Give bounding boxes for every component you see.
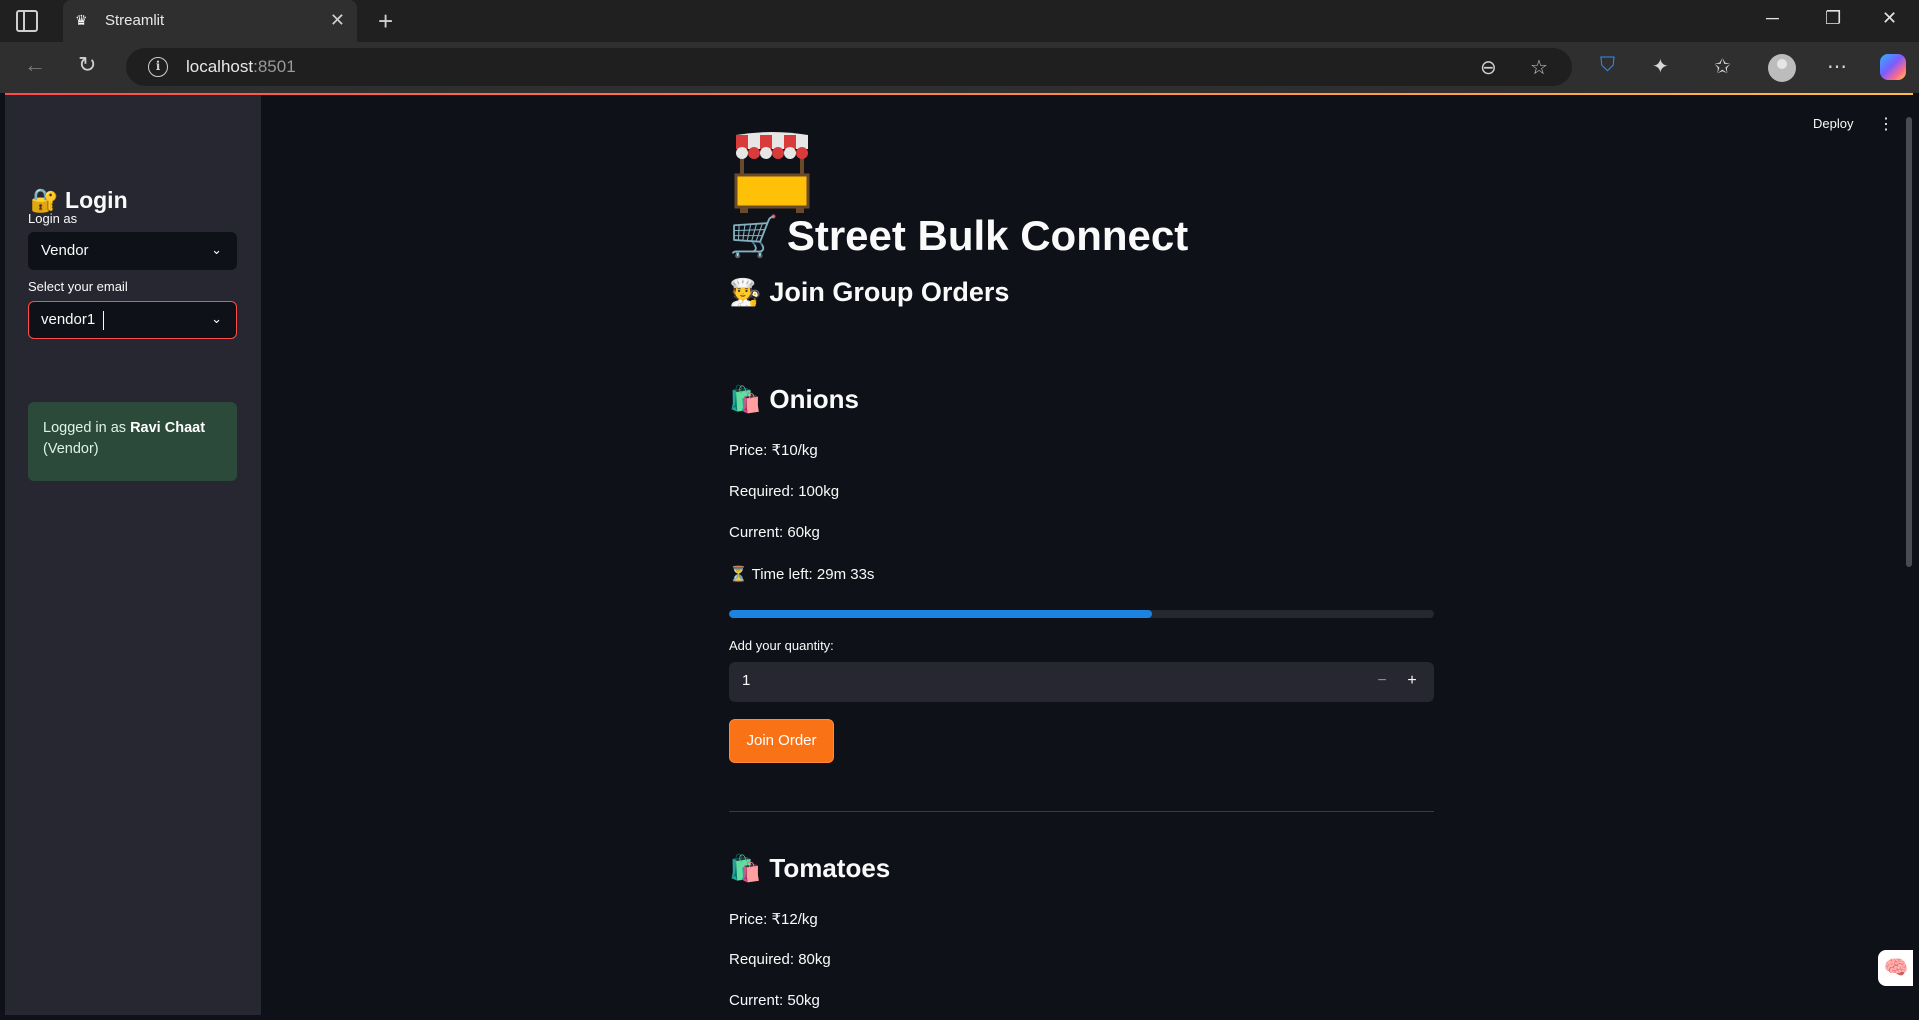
- divider: [729, 811, 1434, 812]
- site-info-icon[interactable]: i: [148, 57, 168, 77]
- minimize-icon[interactable]: ─: [1766, 8, 1779, 29]
- more-options-icon[interactable]: ⋯: [1827, 54, 1847, 79]
- login-as-value: Vendor: [41, 242, 89, 259]
- login-status-alert: Logged in as Ravi Chaat (Vendor): [28, 402, 237, 481]
- product-required: Required: 80kg: [729, 951, 831, 968]
- browser-tab[interactable]: ♛ Streamlit ✕: [63, 0, 357, 42]
- product-heading: 🛍️ Onions: [729, 384, 859, 414]
- text-caret: [103, 311, 104, 330]
- assistant-icon[interactable]: 🧠: [1878, 950, 1913, 986]
- refresh-icon[interactable]: ↻: [78, 52, 96, 78]
- street-stall-icon: [734, 132, 810, 213]
- email-label: Select your email: [28, 279, 128, 294]
- decrement-button[interactable]: −: [1367, 670, 1397, 694]
- sidebar-title: 🔐 Login: [30, 187, 128, 213]
- sidebar: 🔐 Login Login as Vendor ⌄ Select your em…: [5, 95, 261, 1015]
- email-value: vendor1: [41, 311, 96, 328]
- chevron-down-icon: ⌄: [211, 311, 222, 326]
- close-window-icon[interactable]: ✕: [1882, 8, 1897, 29]
- main-content: Deploy ⋮ 🛒 Street Bulk Connect 🧑‍🍳 Join Gr…: [261, 95, 1913, 1015]
- shield-extension-icon[interactable]: ⛉: [1600, 54, 1615, 77]
- deploy-button[interactable]: Deploy: [1813, 116, 1853, 131]
- product-current: Current: 50kg: [729, 992, 820, 1009]
- hourglass-icon: ⏳: [729, 566, 748, 583]
- quantity-value[interactable]: 1: [742, 672, 750, 689]
- extensions-icon[interactable]: ✦: [1652, 54, 1669, 79]
- crown-icon: ♛: [75, 12, 88, 28]
- shopping-bags-icon: 🛍️: [729, 384, 762, 414]
- product-heading: 🛍️ Tomatoes: [729, 853, 891, 883]
- app-menu-icon[interactable]: ⋮: [1878, 114, 1894, 134]
- restore-icon[interactable]: ❐: [1825, 8, 1841, 29]
- login-as-label: Login as: [28, 211, 78, 226]
- page-title: 🛒 Street Bulk Connect: [729, 212, 1189, 259]
- increment-button[interactable]: +: [1397, 670, 1427, 694]
- quantity-stepper[interactable]: 1 − +: [729, 662, 1434, 702]
- quantity-label: Add your quantity:: [729, 638, 834, 653]
- section-heading: 🧑‍🍳 Join Group Orders: [729, 277, 1010, 307]
- close-tab-icon[interactable]: ✕: [330, 10, 345, 31]
- new-tab-icon[interactable]: +: [378, 6, 393, 37]
- login-as-select[interactable]: Vendor ⌄: [28, 232, 237, 270]
- favorites-icon[interactable]: ✩: [1714, 54, 1731, 79]
- tab-title: Streamlit: [105, 12, 165, 29]
- order-progress-fill: [729, 610, 1152, 618]
- product-price: Price: ₹12/kg: [729, 911, 818, 928]
- order-progress-bar: [729, 610, 1434, 618]
- lock-icon: 🔐: [30, 187, 59, 213]
- url-text: localhost:8501: [186, 57, 296, 76]
- shopping-bags-icon: 🛍️: [729, 853, 762, 883]
- browser-nav-bar: ← ↻ i localhost:8501 ⊖ ☆ ⛉ ✦ ✩ ⋯: [0, 42, 1919, 93]
- chevron-down-icon: ⌄: [211, 242, 222, 257]
- product-current: Current: 60kg: [729, 524, 820, 541]
- product-time-left: ⏳ Time left: 29m 33s: [729, 566, 875, 583]
- profile-avatar[interactable]: [1768, 54, 1796, 82]
- back-icon[interactable]: ←: [24, 52, 46, 78]
- product-required: Required: 100kg: [729, 483, 840, 500]
- address-bar[interactable]: i localhost:8501 ⊖ ☆: [126, 48, 1572, 86]
- join-order-button[interactable]: Join Order: [729, 719, 834, 763]
- zoom-icon[interactable]: ⊖: [1480, 55, 1497, 80]
- cook-icon: 🧑‍🍳: [729, 277, 762, 307]
- product-price: Price: ₹10/kg: [729, 442, 818, 459]
- favorite-star-icon[interactable]: ☆: [1530, 55, 1548, 80]
- shopping-cart-icon: 🛒: [729, 215, 779, 259]
- login-status-text: Logged in as Ravi Chaat (Vendor): [43, 420, 206, 457]
- email-select[interactable]: vendor1 ⌄: [28, 301, 237, 339]
- browser-tab-bar: ♛ Streamlit ✕ + ─ ❐ ✕: [0, 0, 1919, 42]
- sidebar-toggle-icon[interactable]: [16, 10, 38, 32]
- copilot-icon[interactable]: [1880, 54, 1906, 80]
- scrollbar[interactable]: [1906, 117, 1912, 567]
